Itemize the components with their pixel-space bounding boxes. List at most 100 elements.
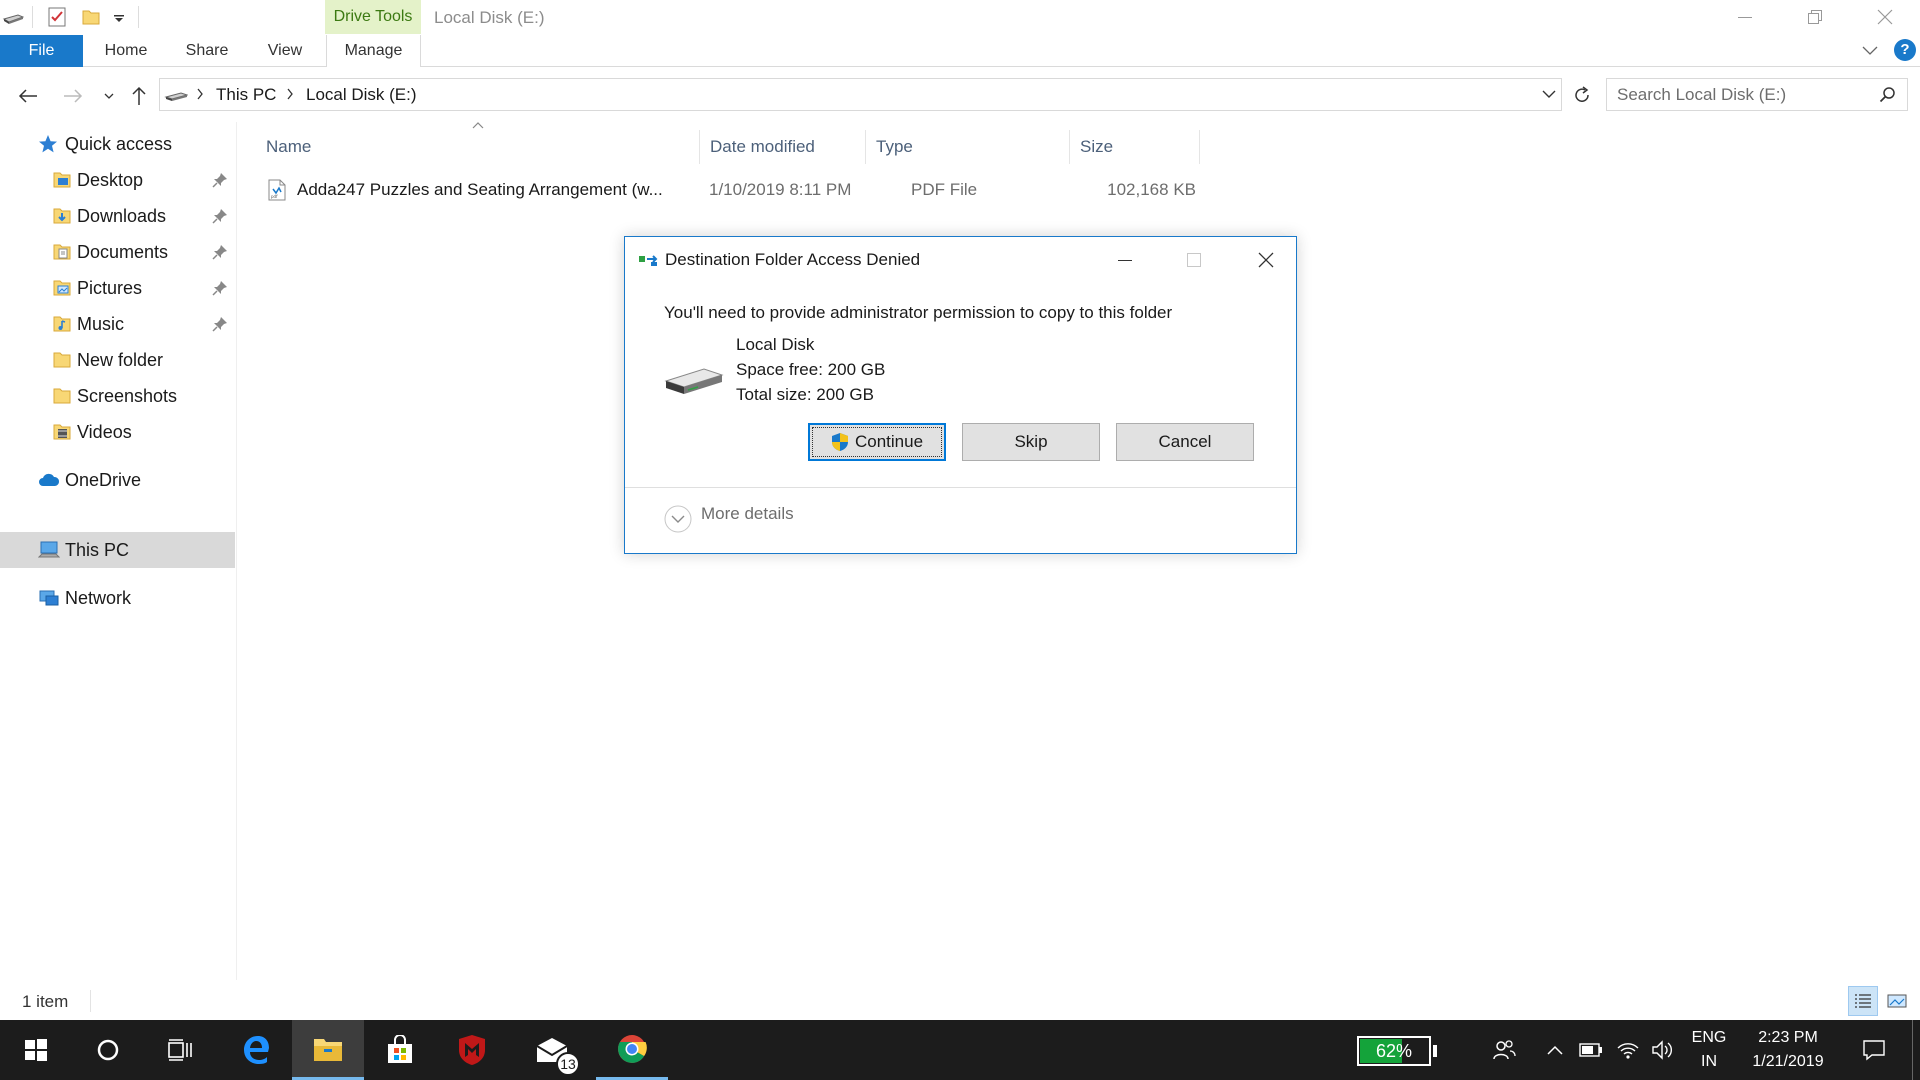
table-row[interactable]: pdf Adda247 Puzzles and Seating Arrangem… bbox=[238, 173, 1248, 207]
new-folder-icon[interactable] bbox=[80, 6, 102, 28]
help-icon: ? bbox=[1900, 41, 1910, 58]
videos-folder-icon bbox=[52, 422, 72, 442]
more-details-link[interactable]: More details bbox=[701, 499, 794, 529]
show-desktop-button[interactable] bbox=[1912, 1020, 1920, 1080]
drive-icon[interactable] bbox=[2, 6, 24, 28]
breadcrumb-this-pc[interactable]: This PC bbox=[216, 79, 276, 110]
nav-label: New folder bbox=[77, 350, 164, 370]
search-input[interactable] bbox=[1607, 79, 1857, 110]
skip-button[interactable]: Skip bbox=[962, 423, 1100, 461]
pin-icon[interactable] bbox=[212, 316, 228, 332]
nav-documents[interactable]: Documents bbox=[0, 234, 235, 270]
tab-manage[interactable]: Manage bbox=[326, 35, 421, 67]
properties-icon[interactable] bbox=[46, 6, 68, 28]
pin-icon[interactable] bbox=[212, 244, 228, 260]
nav-downloads[interactable]: Downloads bbox=[0, 198, 235, 234]
search-icon[interactable] bbox=[1879, 86, 1897, 104]
start-button[interactable] bbox=[0, 1020, 72, 1080]
clock[interactable]: 2:23 PM 1/21/2019 bbox=[1736, 1026, 1840, 1074]
store-button[interactable] bbox=[364, 1020, 436, 1080]
back-button[interactable] bbox=[13, 81, 43, 111]
column-header-type[interactable]: Type bbox=[866, 130, 1070, 164]
mail-button[interactable]: 13 bbox=[516, 1020, 588, 1080]
nav-network[interactable]: Network bbox=[0, 580, 235, 616]
cancel-button[interactable]: Cancel bbox=[1116, 423, 1254, 461]
nav-videos[interactable]: Videos bbox=[0, 414, 235, 450]
volume-button[interactable] bbox=[1648, 1020, 1678, 1080]
action-center-button[interactable] bbox=[1852, 1020, 1896, 1080]
file-date-modified: 1/10/2019 8:11 PM bbox=[709, 180, 852, 199]
tab-share[interactable]: Share bbox=[176, 35, 238, 67]
continue-button[interactable]: Continue bbox=[808, 423, 946, 461]
cortana-button[interactable] bbox=[72, 1020, 144, 1080]
input-language-button[interactable]: ENG IN bbox=[1684, 1026, 1734, 1074]
nav-quick-access[interactable]: Quick access bbox=[0, 126, 235, 162]
status-separator bbox=[90, 990, 91, 1012]
pin-icon[interactable] bbox=[212, 208, 228, 224]
chrome-button[interactable] bbox=[596, 1020, 668, 1080]
nav-label: Quick access bbox=[65, 134, 173, 154]
clock-time: 2:23 PM bbox=[1758, 1029, 1818, 1046]
nav-label: This PC bbox=[65, 540, 130, 560]
up-button[interactable] bbox=[124, 81, 154, 111]
network-status-button[interactable] bbox=[1612, 1020, 1644, 1080]
pdf-file-icon: pdf bbox=[268, 179, 286, 201]
restore-button[interactable] bbox=[1780, 0, 1850, 34]
recent-locations-button[interactable] bbox=[94, 81, 124, 111]
help-button[interactable]: ? bbox=[1894, 39, 1916, 61]
tab-view[interactable]: View bbox=[256, 35, 314, 67]
people-button[interactable] bbox=[1486, 1020, 1522, 1080]
window-title: Local Disk (E:) bbox=[434, 8, 545, 27]
column-header-size[interactable]: Size bbox=[1070, 130, 1200, 164]
minimize-icon bbox=[1738, 17, 1752, 18]
address-bar[interactable]: This PC Local Disk (E:) bbox=[159, 78, 1562, 111]
expand-circle-icon[interactable] bbox=[663, 504, 693, 534]
chevron-down-icon bbox=[1862, 46, 1878, 55]
arrow-up-icon bbox=[132, 86, 146, 105]
nav-onedrive[interactable]: OneDrive bbox=[0, 462, 235, 498]
file-explorer-button[interactable] bbox=[292, 1020, 364, 1080]
nav-screenshots[interactable]: Screenshots bbox=[0, 378, 235, 414]
address-history-dropdown[interactable] bbox=[1542, 89, 1556, 99]
large-icons-view-button[interactable] bbox=[1882, 986, 1912, 1016]
tab-home[interactable]: Home bbox=[92, 35, 160, 67]
refresh-button[interactable] bbox=[1567, 80, 1597, 110]
task-view-button[interactable] bbox=[144, 1020, 216, 1080]
forward-button[interactable] bbox=[58, 81, 88, 111]
task-view-icon bbox=[168, 1039, 192, 1061]
nav-pictures[interactable]: Pictures bbox=[0, 270, 235, 306]
details-view-button[interactable] bbox=[1848, 986, 1878, 1016]
nav-music[interactable]: Music bbox=[0, 306, 235, 342]
pin-icon[interactable] bbox=[212, 172, 228, 188]
battery-indicator[interactable]: 62% bbox=[1357, 1036, 1431, 1066]
clock-date: 1/21/2019 bbox=[1752, 1053, 1824, 1070]
edge-button[interactable] bbox=[220, 1020, 292, 1080]
nav-new-folder[interactable]: New folder bbox=[0, 342, 235, 378]
search-box[interactable] bbox=[1606, 78, 1908, 111]
close-button[interactable] bbox=[1850, 0, 1920, 34]
dialog-close-button[interactable] bbox=[1244, 245, 1288, 275]
chevron-right-icon bbox=[196, 88, 204, 100]
nav-label: OneDrive bbox=[65, 470, 142, 490]
tab-file[interactable]: File bbox=[0, 35, 83, 67]
show-hidden-icons-button[interactable] bbox=[1540, 1020, 1570, 1080]
column-header-name[interactable]: Name bbox=[238, 130, 700, 164]
large-icons-view-icon bbox=[1887, 994, 1907, 1008]
ribbon-tabs: File Home Share View Manage ? bbox=[0, 35, 1920, 67]
mcafee-button[interactable] bbox=[436, 1020, 508, 1080]
downloads-folder-icon bbox=[52, 206, 72, 226]
dialog-title: Destination Folder Access Denied bbox=[665, 250, 921, 269]
nav-desktop[interactable]: Desktop bbox=[0, 162, 235, 198]
pin-icon[interactable] bbox=[212, 280, 228, 296]
close-icon bbox=[1877, 9, 1893, 25]
minimize-button[interactable] bbox=[1710, 0, 1780, 34]
details-view-icon bbox=[1855, 994, 1871, 1008]
customize-qat-icon[interactable] bbox=[108, 6, 130, 28]
dialog-minimize-button[interactable] bbox=[1105, 245, 1145, 275]
expand-ribbon-button[interactable] bbox=[1860, 41, 1880, 61]
breadcrumb-local-disk[interactable]: Local Disk (E:) bbox=[306, 79, 417, 110]
column-header-date-modified[interactable]: Date modified bbox=[700, 130, 866, 164]
svg-text:pdf: pdf bbox=[271, 194, 278, 199]
nav-this-pc[interactable]: This PC bbox=[0, 532, 235, 568]
power-status-button[interactable] bbox=[1576, 1020, 1606, 1080]
